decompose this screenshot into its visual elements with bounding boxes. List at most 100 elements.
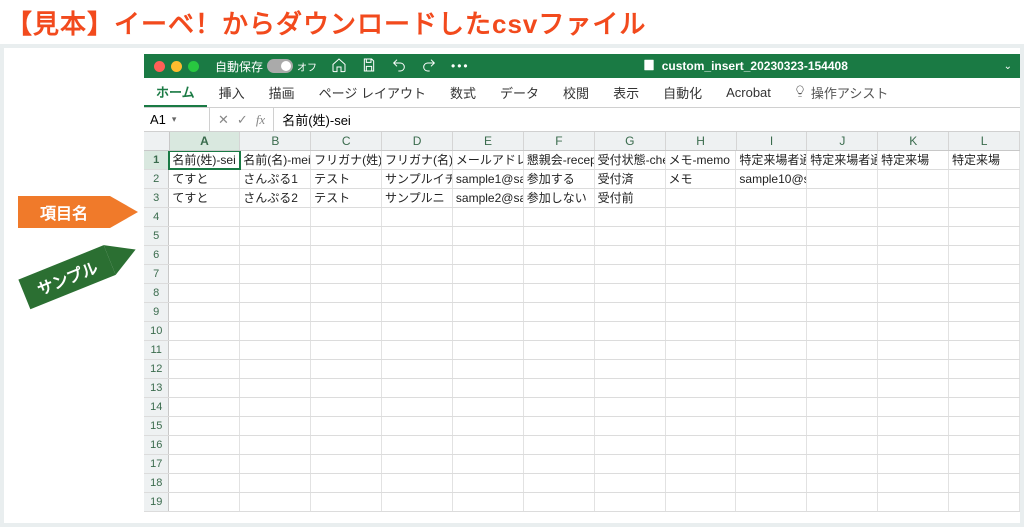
cell[interactable]: 名前(姓)-sei [169, 151, 240, 169]
cell[interactable] [169, 208, 240, 226]
cell[interactable]: サンプルニ [382, 189, 453, 207]
cell[interactable] [382, 341, 453, 359]
cell[interactable] [524, 284, 595, 302]
cell[interactable] [595, 265, 666, 283]
cell[interactable] [169, 436, 240, 454]
cell[interactable] [949, 474, 1020, 492]
cell[interactable] [666, 474, 737, 492]
column-header[interactable]: K [878, 132, 949, 150]
cell[interactable] [807, 208, 878, 226]
column-header[interactable]: J [807, 132, 878, 150]
cell[interactable] [311, 284, 382, 302]
cell[interactable]: てすと [169, 189, 240, 207]
cell[interactable] [595, 227, 666, 245]
cell[interactable] [453, 455, 524, 473]
cell[interactable] [949, 379, 1020, 397]
close-window-button[interactable] [154, 61, 165, 72]
cell[interactable] [666, 493, 737, 511]
cell[interactable] [949, 322, 1020, 340]
cell[interactable] [595, 379, 666, 397]
cell[interactable] [949, 398, 1020, 416]
cell[interactable] [666, 455, 737, 473]
cell[interactable] [595, 455, 666, 473]
cell[interactable] [807, 303, 878, 321]
cell[interactable] [736, 208, 807, 226]
cell[interactable] [382, 227, 453, 245]
cell[interactable] [240, 341, 311, 359]
cell[interactable] [595, 436, 666, 454]
ribbon-tab[interactable]: 描画 [257, 78, 307, 107]
cell[interactable] [666, 322, 737, 340]
cell[interactable] [240, 303, 311, 321]
cell[interactable] [524, 417, 595, 435]
cell[interactable] [736, 284, 807, 302]
cell[interactable]: 特定来場者通 [807, 151, 878, 169]
row-header[interactable]: 19 [144, 493, 169, 511]
cell[interactable] [807, 417, 878, 435]
row-header[interactable]: 15 [144, 417, 169, 435]
cell[interactable] [595, 322, 666, 340]
cell[interactable] [736, 265, 807, 283]
cell[interactable] [807, 474, 878, 492]
cell[interactable] [807, 265, 878, 283]
cell[interactable] [169, 379, 240, 397]
column-header[interactable]: I [737, 132, 808, 150]
cell[interactable] [311, 417, 382, 435]
cell[interactable]: メールアドレ [453, 151, 524, 169]
cell[interactable] [666, 227, 737, 245]
row-header[interactable]: 7 [144, 265, 169, 283]
home-icon[interactable] [331, 57, 347, 76]
cell[interactable] [878, 322, 949, 340]
name-box[interactable]: A1 ▾ [144, 108, 210, 131]
cell[interactable] [311, 398, 382, 416]
cell[interactable] [736, 189, 807, 207]
cell[interactable] [878, 398, 949, 416]
cell[interactable] [240, 398, 311, 416]
ribbon-tab[interactable]: Acrobat [714, 78, 783, 107]
minimize-window-button[interactable] [171, 61, 182, 72]
cell[interactable] [878, 227, 949, 245]
row-header[interactable]: 4 [144, 208, 169, 226]
cell[interactable] [807, 170, 878, 188]
cell[interactable] [311, 265, 382, 283]
cell[interactable] [595, 417, 666, 435]
cell[interactable] [169, 284, 240, 302]
cell[interactable] [240, 265, 311, 283]
cell[interactable] [524, 341, 595, 359]
cell[interactable] [311, 227, 382, 245]
cell[interactable] [666, 436, 737, 454]
cell[interactable] [666, 246, 737, 264]
cell[interactable] [666, 208, 737, 226]
cell[interactable] [169, 474, 240, 492]
cell[interactable] [382, 284, 453, 302]
cell[interactable] [736, 398, 807, 416]
cancel-icon[interactable]: ✕ [218, 112, 229, 128]
row-header[interactable]: 10 [144, 322, 169, 340]
cell[interactable] [878, 455, 949, 473]
tell-me-assist[interactable]: 操作アシスト [793, 83, 888, 102]
cell[interactable] [878, 246, 949, 264]
ribbon-tab[interactable]: 表示 [601, 78, 651, 107]
cell[interactable]: さんぷる1 [240, 170, 311, 188]
cell[interactable] [240, 208, 311, 226]
cell[interactable] [311, 379, 382, 397]
cell[interactable] [736, 341, 807, 359]
cell[interactable] [453, 341, 524, 359]
cell[interactable] [949, 189, 1020, 207]
cell[interactable] [453, 227, 524, 245]
ribbon-tab[interactable]: 校閲 [551, 78, 601, 107]
row-header[interactable]: 17 [144, 455, 169, 473]
ribbon-tab[interactable]: 自動化 [651, 78, 714, 107]
cell[interactable] [878, 284, 949, 302]
cell[interactable] [453, 474, 524, 492]
row-header[interactable]: 1 [144, 151, 169, 169]
cell[interactable] [878, 170, 949, 188]
cell[interactable] [949, 227, 1020, 245]
cell[interactable] [736, 322, 807, 340]
cell[interactable] [736, 436, 807, 454]
cell[interactable]: 特定来場者通 [736, 151, 807, 169]
cell[interactable] [949, 208, 1020, 226]
cell[interactable] [240, 284, 311, 302]
cell[interactable] [311, 246, 382, 264]
cell[interactable] [595, 284, 666, 302]
